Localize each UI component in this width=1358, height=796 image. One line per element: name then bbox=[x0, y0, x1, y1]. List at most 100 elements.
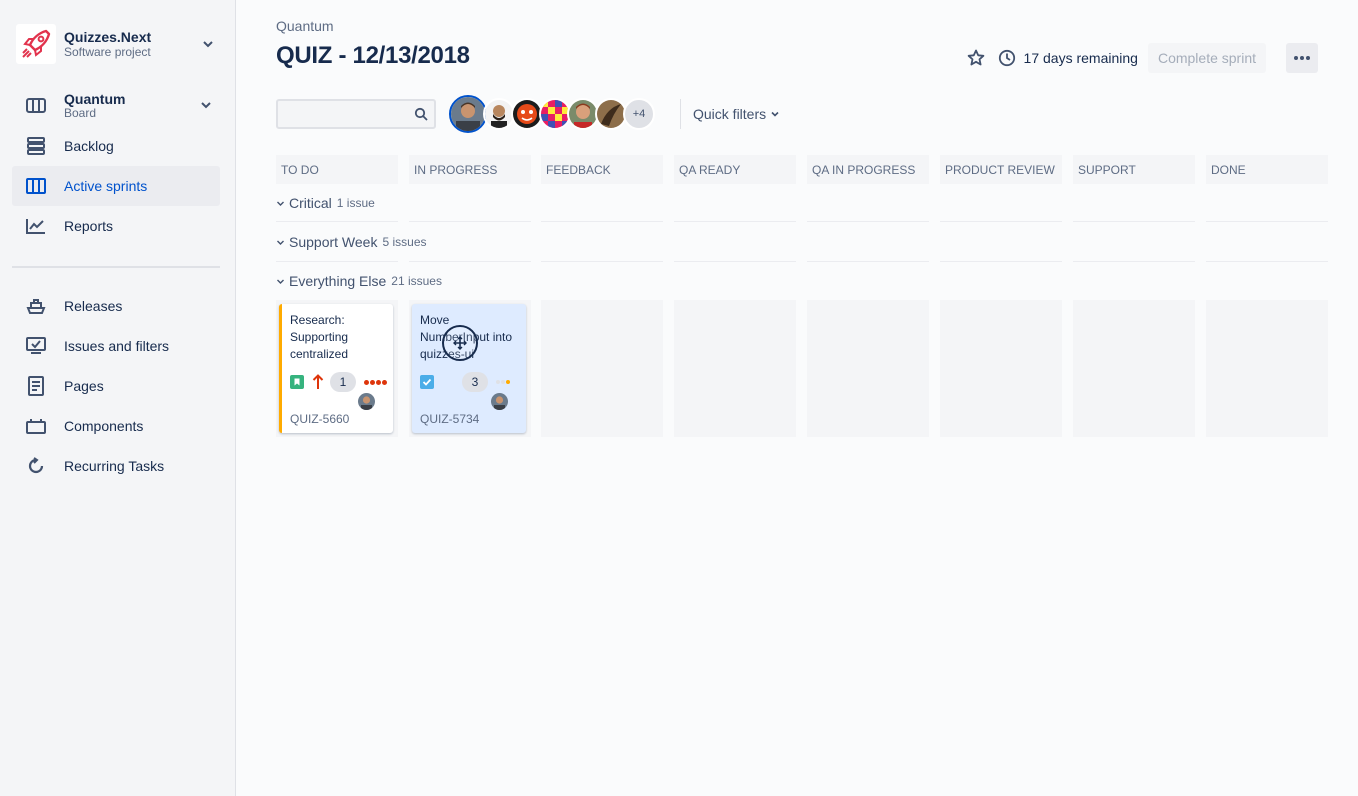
sidebar-divider bbox=[12, 266, 220, 268]
column-header-todo: TO DO bbox=[276, 155, 398, 184]
avatar[interactable] bbox=[449, 95, 487, 133]
quick-filters-dropdown[interactable]: Quick filters bbox=[680, 99, 780, 129]
sidebar-item-releases[interactable]: Releases bbox=[12, 286, 220, 326]
sidebar-item-label: Active sprints bbox=[64, 178, 148, 194]
chevron-down-icon bbox=[200, 36, 216, 52]
lane-column-product-review[interactable] bbox=[940, 300, 1062, 437]
sidebar-item-active-sprints[interactable]: Active sprints bbox=[12, 166, 220, 206]
column-header-done: DONE bbox=[1206, 155, 1328, 184]
sidebar-item-label: Issues and filters bbox=[64, 338, 170, 354]
swimlane-header-critical[interactable]: Critical 1 issue bbox=[276, 191, 375, 215]
sidebar-item-issues[interactable]: Issues and filters bbox=[12, 326, 220, 366]
swimlane-header-support-week[interactable]: Support Week 5 issues bbox=[276, 230, 427, 254]
remaining-text: 17 days remaining bbox=[1023, 50, 1138, 66]
sidebar-item-label: Releases bbox=[64, 298, 123, 314]
column-header-support: SUPPORT bbox=[1073, 155, 1195, 184]
sidebar-item-reports[interactable]: Reports bbox=[12, 206, 220, 246]
project-switcher[interactable]: Quizzes.Next Software project bbox=[16, 24, 216, 64]
avatar bbox=[491, 393, 508, 410]
priority-highest-icon bbox=[312, 374, 324, 390]
column-header-in-progress: IN PROGRESS bbox=[409, 155, 531, 184]
swimlane-name: Everything Else bbox=[289, 273, 387, 289]
issue-card[interactable]: Research: Supporting centralized 1 QUIZ-… bbox=[279, 304, 393, 433]
components-icon bbox=[24, 414, 48, 438]
board-name: Quantum bbox=[64, 91, 126, 107]
column-header-qa-in-progress: QA IN PROGRESS bbox=[807, 155, 929, 184]
recurring-icon bbox=[24, 454, 48, 478]
story-icon bbox=[290, 375, 304, 389]
swimlane-name: Support Week bbox=[289, 234, 378, 250]
swimlane-name: Critical bbox=[289, 195, 332, 211]
star-icon[interactable] bbox=[964, 46, 988, 70]
chevron-down-icon bbox=[276, 277, 289, 286]
column-header-feedback: FEEDBACK bbox=[541, 155, 663, 184]
swimlane-header-everything-else[interactable]: Everything Else 21 issues bbox=[276, 269, 442, 293]
card-summary: Research: Supporting centralized bbox=[290, 313, 349, 361]
quick-filters-label: Quick filters bbox=[693, 106, 767, 122]
issues-icon bbox=[24, 334, 48, 358]
releases-icon bbox=[24, 294, 48, 318]
header-actions: 17 days remaining Complete sprint bbox=[964, 43, 1318, 73]
lane-column-done[interactable] bbox=[1206, 300, 1328, 437]
complete-sprint-button[interactable]: Complete sprint bbox=[1147, 43, 1266, 73]
project-type: Software project bbox=[64, 45, 151, 59]
column-header-product-review: PRODUCT REVIEW bbox=[940, 155, 1062, 184]
pages-icon bbox=[24, 374, 48, 398]
sidebar-item-components[interactable]: Components bbox=[12, 406, 220, 446]
chevron-down-icon bbox=[200, 98, 212, 114]
sidebar-item-backlog[interactable]: Backlog bbox=[12, 126, 220, 166]
sidebar-item-label: Pages bbox=[64, 378, 104, 394]
sidebar-item-pages[interactable]: Pages bbox=[12, 366, 220, 406]
lane-column-qa-in-progress[interactable] bbox=[807, 300, 929, 437]
issue-card[interactable]: Move NumberInput into quizzes-ui 3 QUIZ-… bbox=[412, 304, 526, 433]
chevron-down-icon bbox=[276, 199, 289, 208]
swimlane-count: 21 issues bbox=[391, 274, 442, 288]
issue-key[interactable]: QUIZ-5660 bbox=[290, 412, 349, 426]
assignee-filter: +4 bbox=[449, 95, 655, 133]
swimlane-count: 5 issues bbox=[382, 235, 427, 249]
lane-column-feedback[interactable] bbox=[541, 300, 663, 437]
sidebar: Quizzes.Next Software project Quantum Bo… bbox=[0, 0, 236, 796]
more-actions-icon[interactable] bbox=[1286, 43, 1318, 73]
sidebar-item-board[interactable]: Quantum Board bbox=[12, 86, 220, 126]
sprint-remaining: 17 days remaining bbox=[998, 49, 1138, 67]
more-assignees-button[interactable]: +4 bbox=[623, 98, 655, 130]
priority-dots-icon bbox=[364, 379, 388, 385]
sidebar-item-label: Components bbox=[64, 418, 144, 434]
task-icon bbox=[420, 375, 434, 389]
avatar bbox=[358, 393, 375, 410]
clock-icon bbox=[998, 49, 1016, 67]
story-points-badge: 3 bbox=[462, 372, 488, 392]
swimlane-divider bbox=[276, 221, 1328, 222]
sidebar-item-label: Reports bbox=[64, 218, 114, 234]
project-name: Quizzes.Next bbox=[64, 29, 152, 45]
search-input[interactable] bbox=[276, 99, 436, 129]
reports-icon bbox=[24, 214, 48, 238]
backlog-icon bbox=[24, 134, 48, 158]
project-logo-icon bbox=[16, 24, 56, 64]
card-meta: 1 bbox=[290, 372, 388, 392]
column-header-qa-ready: QA READY bbox=[674, 155, 796, 184]
lane-column-qa-ready[interactable] bbox=[674, 300, 796, 437]
breadcrumb[interactable]: Quantum bbox=[276, 18, 334, 34]
sidebar-item-label: Backlog bbox=[64, 138, 114, 154]
chevron-down-icon bbox=[276, 238, 289, 247]
priority-dots-icon bbox=[496, 380, 511, 384]
board-sub: Board bbox=[64, 106, 97, 120]
active-sprints-icon bbox=[24, 174, 48, 198]
swimlane-divider bbox=[276, 261, 1328, 262]
page-title: QUIZ - 12/13/2018 bbox=[276, 42, 470, 69]
move-cursor-icon bbox=[442, 325, 478, 361]
issue-key[interactable]: QUIZ-5734 bbox=[420, 412, 479, 426]
swimlane-count: 1 issue bbox=[336, 196, 375, 210]
story-points-badge: 1 bbox=[330, 372, 356, 392]
project-nav: Releases Issues and filters Pages Compon… bbox=[12, 286, 220, 486]
lane-column-support[interactable] bbox=[1073, 300, 1195, 437]
board-icon bbox=[24, 94, 48, 118]
board-nav: Quantum Board Backlog Active sprints Rep… bbox=[12, 86, 220, 246]
sidebar-item-recurring-tasks[interactable]: Recurring Tasks bbox=[12, 446, 220, 486]
card-meta: 3 bbox=[420, 372, 511, 392]
search-icon bbox=[414, 107, 428, 124]
chevron-down-icon bbox=[770, 106, 780, 122]
sidebar-item-label: Recurring Tasks bbox=[64, 458, 165, 474]
